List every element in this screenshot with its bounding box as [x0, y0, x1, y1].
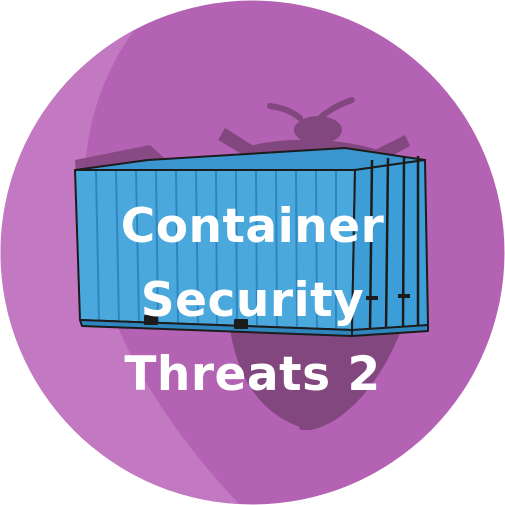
title-line-1: Container: [120, 199, 385, 254]
badge-title: Container Security Threats 2: [0, 190, 505, 412]
container-security-badge: Container Security Threats 2: [0, 0, 505, 505]
title-line-2: Security: [140, 273, 365, 328]
title-line-3: Threats 2: [124, 347, 381, 402]
